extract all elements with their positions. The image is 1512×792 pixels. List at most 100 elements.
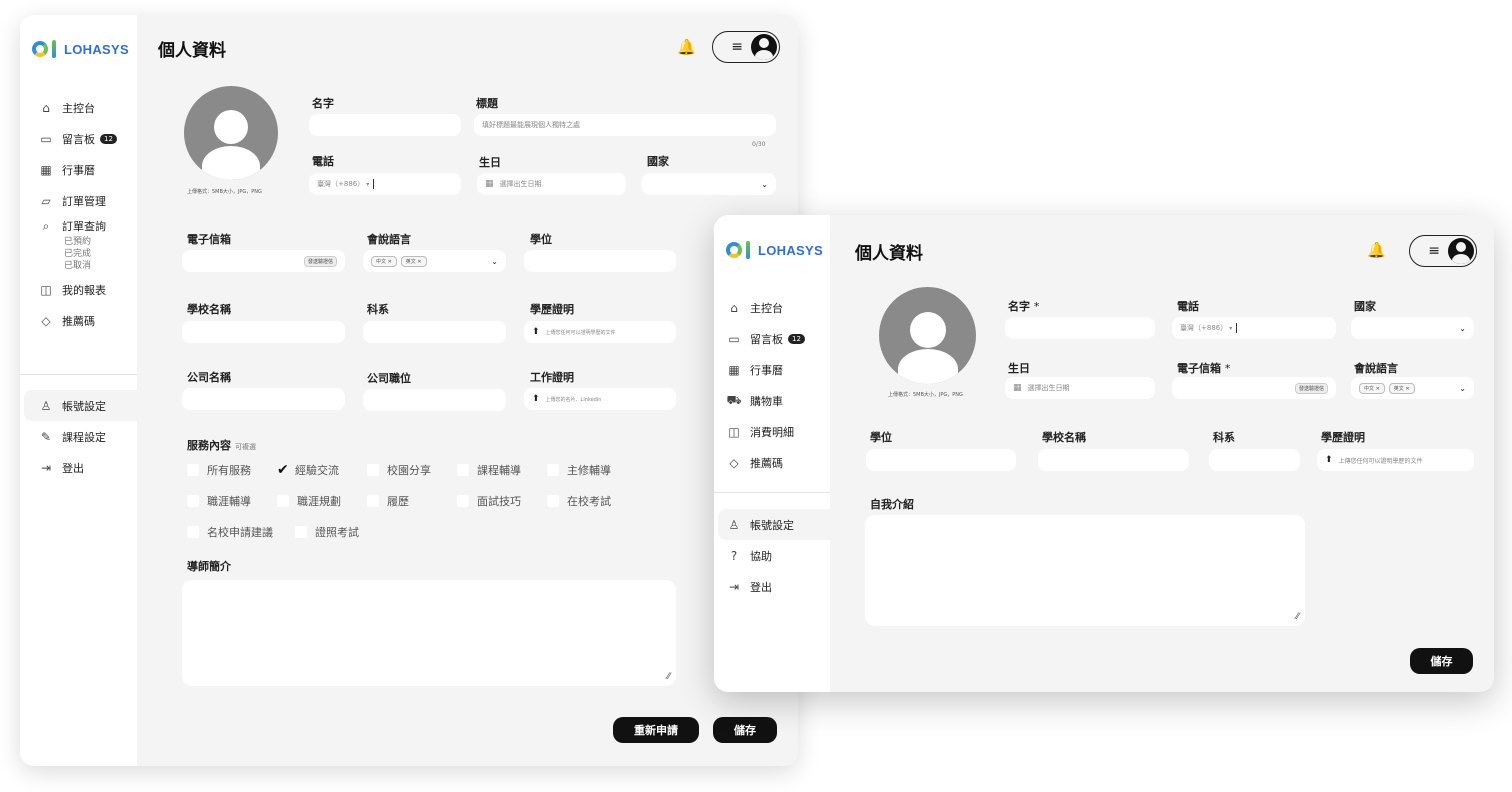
service-checkbox[interactable]: 校園分享 (367, 462, 457, 478)
sidebar-item-order-search[interactable]: ⌕ 訂單查詢 (38, 216, 131, 236)
upload-placeholder: 上傳您任何可以證明學歷的文件 (545, 329, 616, 336)
sidebar-item-label: 購物車 (750, 394, 783, 408)
birthday-field[interactable]: ▦ 選擇出生日期 (477, 173, 626, 195)
school-label: 學校名稱 (187, 303, 231, 316)
language-chip[interactable]: 中文 ✕ (1359, 382, 1385, 394)
service-checkbox[interactable]: 職涯輔導 (187, 493, 277, 509)
email-field[interactable]: 發送驗證信 (1172, 377, 1336, 399)
language-chip[interactable]: 英文 ✕ (400, 255, 427, 267)
checkbox-label: 面試技巧 (477, 495, 521, 508)
sidebar-item-calendar[interactable]: ▦ 行事曆 (726, 354, 824, 385)
sidebar-subitem-completed[interactable]: 已完成 (38, 248, 131, 260)
reapply-button[interactable]: 重新申請 (613, 717, 699, 743)
sidebar-item-label: 登出 (750, 580, 772, 594)
education-proof-upload[interactable]: ⬆ 上傳您任何可以證明學歷的文件 (1317, 449, 1474, 471)
bio-textarea[interactable]: ⁄⁄ (865, 515, 1305, 626)
sidebar-item-label: 訂單管理 (62, 194, 106, 208)
service-checkbox[interactable]: 履歷 (367, 493, 457, 509)
department-field[interactable] (363, 321, 506, 343)
sidebar-item-dashboard[interactable]: ⌂ 主控台 (38, 92, 131, 123)
checkbox-label: 職涯輔導 (207, 495, 251, 508)
save-button[interactable]: 儲存 (713, 717, 777, 743)
degree-field[interactable] (524, 250, 676, 272)
bell-icon[interactable]: 🔔 (1367, 241, 1386, 259)
language-chip[interactable]: 中文 ✕ (371, 255, 397, 267)
checkbox-label: 證照考試 (315, 526, 359, 539)
sidebar-item-referral[interactable]: ◇ 推薦碼 (38, 305, 131, 336)
service-checkbox[interactable]: 面試技巧 (457, 493, 547, 509)
menu-icon: ≡ (1428, 243, 1440, 259)
birthday-field[interactable]: ▦ 選擇出生日期 (1005, 377, 1155, 399)
help-icon: ? (730, 548, 738, 563)
email-field[interactable]: 發送驗證信 (182, 250, 345, 272)
school-field[interactable] (1038, 449, 1189, 471)
service-checkbox[interactable]: 證照考試 (295, 524, 385, 540)
degree-label: 學位 (530, 233, 552, 246)
degree-field[interactable] (866, 449, 1016, 471)
checkbox-box (187, 526, 199, 538)
languages-select[interactable]: 中文 ✕ 英文 ✕ ⌄ (1351, 377, 1474, 399)
services-label-text: 服務內容 (187, 439, 231, 452)
sidebar-item-calendar[interactable]: ▦ 行事曆 (38, 154, 131, 185)
sidebar-divider (20, 374, 137, 375)
service-checkbox[interactable]: ✔ 經驗交流 (277, 462, 367, 478)
service-checkbox[interactable]: 在校考試 (547, 493, 637, 509)
chevron-down-icon: ▾ (1229, 324, 1233, 332)
bio-textarea[interactable]: ⁄⁄ (182, 580, 676, 686)
profile-avatar[interactable] (184, 86, 278, 180)
user-menu-button[interactable]: ≡ (1409, 235, 1477, 267)
sidebar-item-course-settings[interactable]: ✎ 課程設定 (20, 421, 137, 452)
checkbox-label: 履歷 (387, 495, 409, 508)
school-field[interactable] (182, 321, 345, 343)
country-select[interactable]: ⌄ (1351, 317, 1474, 339)
sidebar-item-help[interactable]: ? 協助 (714, 540, 830, 571)
languages-select[interactable]: 中文 ✕ 英文 ✕ ⌄ (363, 250, 506, 272)
sidebar-subitem-cancelled[interactable]: 已取消 (38, 260, 131, 272)
headline-field[interactable]: 填好標題最能展現個人獨特之處 (474, 114, 776, 136)
sidebar-item-logout[interactable]: ⇥ 登出 (714, 571, 830, 602)
phone-country-code[interactable]: 臺灣（+886） (1180, 323, 1227, 333)
country-select[interactable]: ⌄ (642, 173, 776, 195)
sidebar-item-logout[interactable]: ⇥ 登出 (20, 452, 137, 483)
service-checkbox[interactable]: 名校申請建議 (187, 524, 295, 540)
name-field[interactable] (1005, 317, 1155, 339)
sidebar-subitem-booked[interactable]: 已預約 (38, 236, 131, 248)
bell-icon[interactable]: 🔔 (677, 38, 696, 56)
logo-text: LOHASYS (64, 41, 129, 57)
sidebar-item-board[interactable]: ▭ 留言板 12 (38, 123, 131, 154)
country-label: 國家 (1354, 300, 1376, 313)
sidebar-item-reports[interactable]: ◫ 我的報表 (38, 274, 131, 305)
resize-grip-icon[interactable]: ⁄⁄ (1296, 612, 1299, 622)
sidebar-item-cart[interactable]: ⛟ 購物車 (726, 385, 824, 416)
name-field[interactable] (309, 114, 461, 136)
language-chip[interactable]: 英文 ✕ (1388, 382, 1415, 394)
department-field[interactable] (1209, 449, 1300, 471)
phone-field[interactable]: 臺灣（+886） ▾ (1172, 317, 1336, 339)
resize-grip-icon[interactable]: ⁄⁄ (667, 672, 670, 682)
work-proof-upload[interactable]: ⬆ 上傳您的名片、Linkedin (524, 388, 676, 410)
sidebar-item-referral[interactable]: ◇ 推薦碼 (726, 447, 824, 478)
company-field[interactable] (182, 388, 345, 410)
sidebar-item-orders[interactable]: ▱ 訂單管理 (38, 185, 131, 216)
service-checkbox[interactable]: 課程輔導 (457, 462, 547, 478)
service-checkbox[interactable]: 主修輔導 (547, 462, 637, 478)
sidebar-item-dashboard[interactable]: ⌂ 主控台 (726, 292, 824, 323)
position-field[interactable] (363, 389, 506, 411)
phone-country-code[interactable]: 臺灣（+886） (317, 179, 364, 189)
logo[interactable]: LOHASYS (32, 40, 129, 58)
profile-avatar[interactable] (879, 287, 976, 384)
sidebar-item-purchases[interactable]: ◫ 消費明細 (726, 416, 824, 447)
save-button[interactable]: 儲存 (1410, 648, 1473, 674)
send-verification-button[interactable]: 發送驗證信 (1294, 382, 1328, 394)
chip-label: 中文 (376, 258, 387, 265)
sidebar-item-account-settings[interactable]: ♙ 帳號設定 (24, 390, 137, 421)
send-verification-button[interactable]: 發送驗證信 (303, 255, 337, 267)
service-checkbox[interactable]: 所有服務 (187, 462, 277, 478)
user-menu-button[interactable]: ≡ (712, 31, 780, 63)
sidebar-item-board[interactable]: ▭ 留言板 12 (726, 323, 824, 354)
logo[interactable]: LOHASYS (726, 241, 823, 259)
phone-field[interactable]: 臺灣（+886） ▾ (309, 173, 461, 195)
sidebar-item-account-settings[interactable]: ♙ 帳號設定 (718, 509, 830, 540)
service-checkbox[interactable]: 職涯規劃 (277, 493, 367, 509)
education-proof-upload[interactable]: ⬆ 上傳您任何可以證明學歷的文件 (524, 321, 676, 343)
